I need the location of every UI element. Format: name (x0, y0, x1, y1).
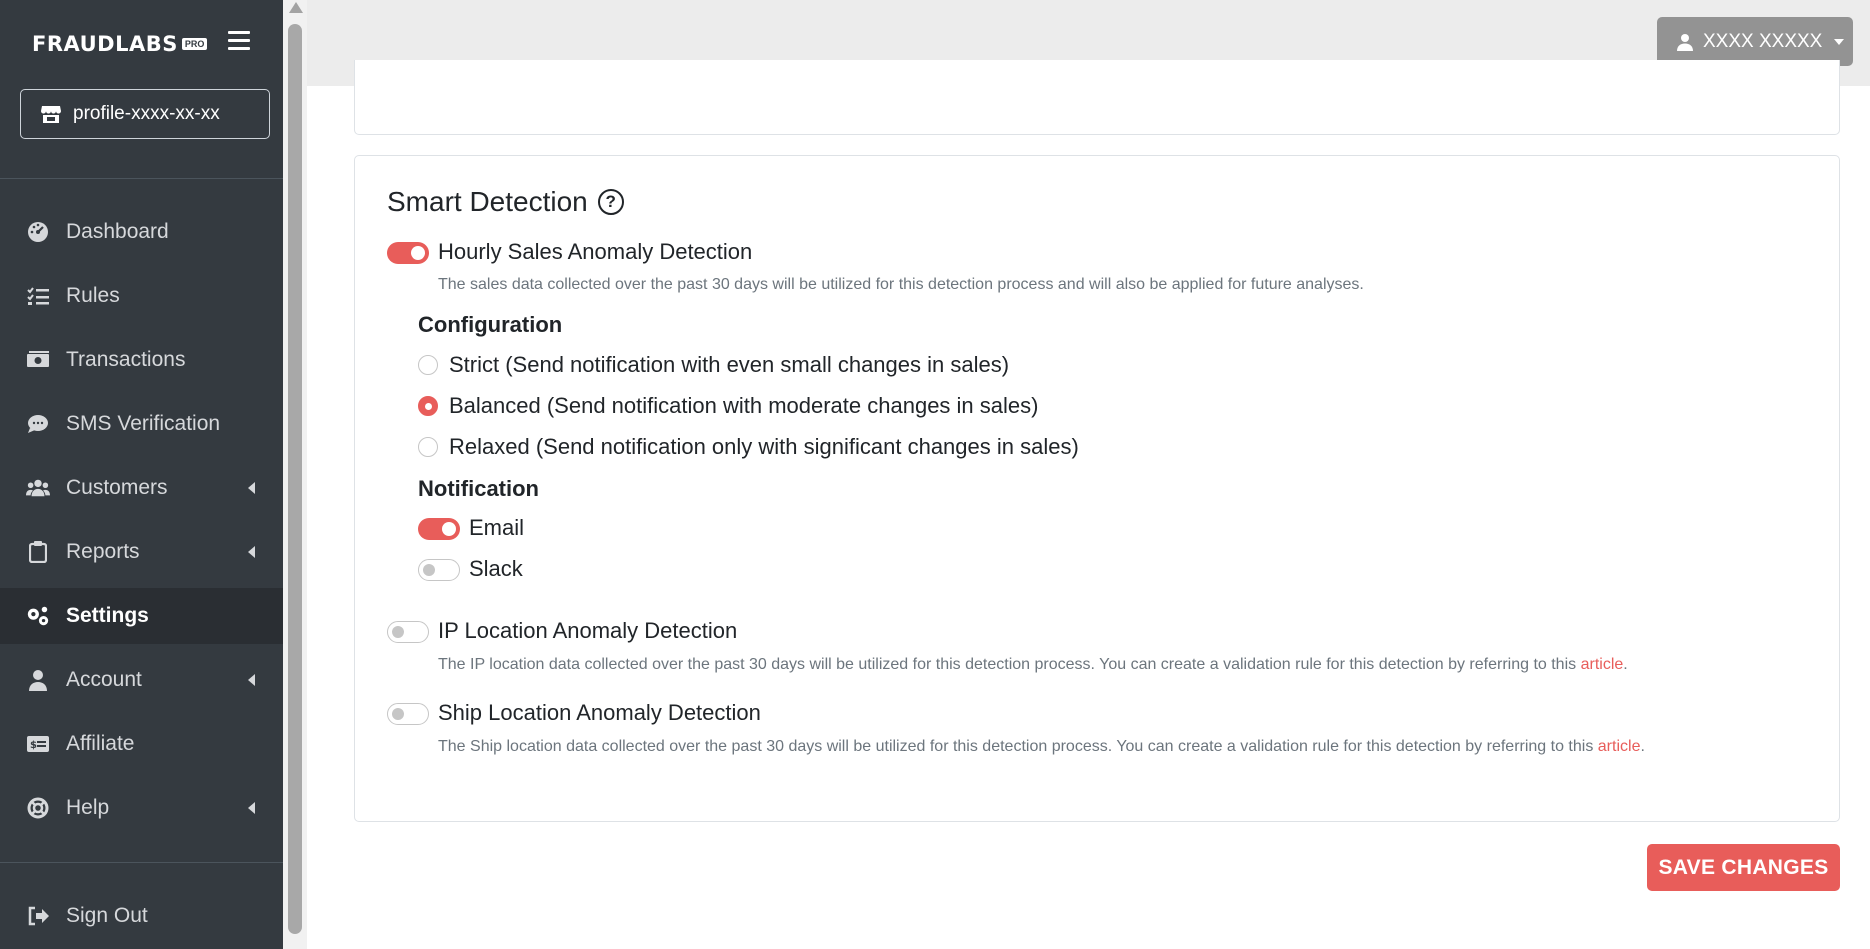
rules-list-icon (26, 284, 50, 308)
affiliate-card-icon: $ (26, 732, 50, 756)
sidebar-item-transactions[interactable]: Transactions (0, 332, 283, 388)
sidebar-item-rules[interactable]: Rules (0, 268, 283, 324)
smart-detection-card: Smart Detection ? Hourly Sales Anomaly D… (354, 155, 1840, 822)
email-toggle[interactable] (418, 518, 460, 540)
caret-left-icon (248, 674, 255, 686)
sidebar-item-reports[interactable]: Reports (0, 524, 283, 580)
sidebar-item-label: Customers (66, 476, 168, 499)
sms-icon (26, 412, 50, 436)
sidebar-item-account[interactable]: Account (0, 652, 283, 708)
save-changes-button[interactable]: SAVE CHANGES (1647, 844, 1840, 891)
sidebar-item-label: Reports (66, 540, 140, 563)
sidebar-item-dashboard[interactable]: Dashboard (0, 204, 283, 260)
brand-logo[interactable]: FRAUDLABS PRO (32, 28, 208, 60)
sidebar-item-label: Transactions (66, 348, 186, 371)
caret-left-icon (248, 802, 255, 814)
store-icon (41, 106, 61, 123)
profile-label: profile-xxxx-xx-xx (73, 103, 220, 124)
ship-location-description: The Ship location data collected over th… (438, 738, 1645, 755)
sidebar-item-affiliate[interactable]: $ Affiliate (0, 716, 283, 772)
money-bill-icon (26, 348, 50, 372)
sidebar-item-label: Settings (66, 604, 149, 627)
sidebar-item-settings[interactable]: Settings (0, 588, 283, 644)
sidebar-item-label: SMS Verification (66, 412, 221, 435)
ip-location-article-link[interactable]: article (1581, 656, 1624, 673)
slack-label: Slack (469, 556, 523, 581)
smart-detection-title: Smart Detection (387, 186, 588, 217)
caret-left-icon (248, 482, 255, 494)
user-menu-button[interactable]: XXXX XXXXX (1657, 17, 1853, 66)
previous-settings-card (354, 60, 1840, 135)
radio-strict-label[interactable]: Strict (Send notification with even smal… (449, 352, 1009, 378)
sign-out-link[interactable]: Sign Out (0, 888, 283, 944)
slack-toggle[interactable] (418, 559, 460, 581)
brand-badge: PRO (181, 38, 208, 50)
radio-balanced[interactable] (418, 396, 438, 416)
brand-name: FRAUDLABS (32, 32, 178, 56)
ip-location-description: The IP location data collected over the … (438, 656, 1628, 673)
ship-location-toggle[interactable] (387, 703, 429, 725)
hourly-sales-description: The sales data collected over the past 3… (438, 276, 1364, 293)
sidebar-item-label: Help (66, 796, 110, 819)
caret-left-icon (248, 546, 255, 558)
sidebar-item-customers[interactable]: Customers (0, 460, 283, 516)
ship-location-article-link[interactable]: article (1598, 738, 1641, 755)
dashboard-icon (26, 220, 50, 244)
ip-location-toggle[interactable] (387, 621, 429, 643)
user-name: XXXX XXXXX (1703, 30, 1823, 52)
chevron-down-icon (1834, 38, 1845, 45)
menu-toggle-icon[interactable] (228, 31, 250, 53)
life-ring-icon (26, 796, 50, 820)
sign-out-label: Sign Out (66, 904, 148, 927)
user-icon (26, 668, 50, 692)
vertical-scrollbar[interactable] (283, 0, 307, 949)
sidebar-item-label: Dashboard (66, 220, 169, 243)
scroll-thumb[interactable] (288, 24, 302, 934)
svg-text:$: $ (30, 740, 37, 751)
radio-balanced-label[interactable]: Balanced (Send notification with moderat… (449, 393, 1038, 419)
radio-strict[interactable] (418, 355, 438, 375)
notification-heading: Notification (418, 476, 539, 501)
ip-location-label: IP Location Anomaly Detection (438, 618, 738, 643)
scroll-up-arrow-icon[interactable] (289, 2, 303, 13)
sign-out-icon (26, 904, 50, 928)
clipboard-icon (26, 540, 50, 564)
sidebar-item-label: Affiliate (66, 732, 135, 755)
sidebar: FRAUDLABS PRO profile-xxxx-xx-xx Dashboa… (0, 0, 283, 949)
radio-relaxed-label[interactable]: Relaxed (Send notification only with sig… (449, 434, 1079, 460)
email-label: Email (469, 515, 525, 540)
section-title: Smart Detection ? (387, 186, 624, 218)
users-icon (26, 476, 50, 500)
hourly-sales-toggle[interactable] (387, 242, 429, 264)
sidebar-divider (0, 178, 283, 179)
hourly-sales-label: Hourly Sales Anomaly Detection (438, 239, 753, 264)
configuration-heading: Configuration (418, 312, 563, 337)
sidebar-item-help[interactable]: Help (0, 780, 283, 836)
user-icon (1677, 33, 1693, 51)
sidebar-divider (0, 862, 283, 863)
sidebar-item-label: Rules (66, 284, 120, 307)
help-question-icon[interactable]: ? (597, 189, 624, 215)
sidebar-item-sms-verification[interactable]: SMS Verification (0, 396, 283, 452)
radio-relaxed[interactable] (418, 437, 438, 457)
ship-location-label: Ship Location Anomaly Detection (438, 700, 761, 725)
profile-selector[interactable]: profile-xxxx-xx-xx (20, 89, 270, 139)
sidebar-item-label: Account (66, 668, 142, 691)
gears-icon (26, 604, 50, 628)
